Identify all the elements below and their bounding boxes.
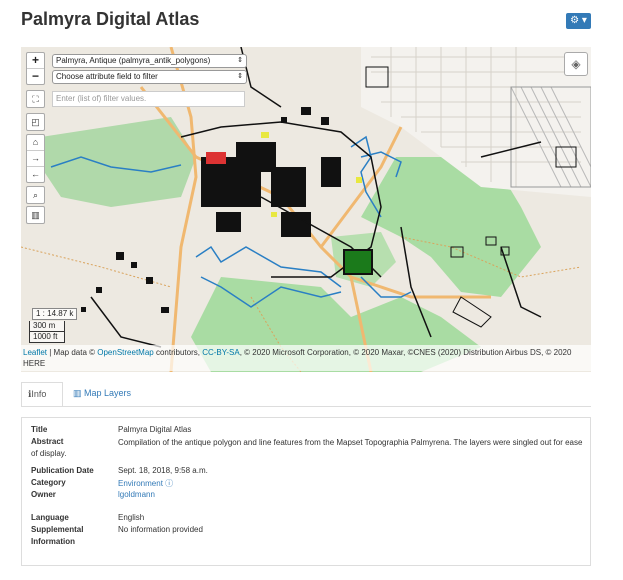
layers-control-button[interactable]: ◈ — [564, 52, 588, 76]
info-label: Publication Date — [31, 466, 94, 475]
zoom-in-button[interactable]: + — [27, 53, 44, 69]
page-title: Palmyra Digital Atlas — [21, 9, 200, 29]
info-value: Palmyra Digital Atlas — [118, 425, 192, 434]
tab-map-layers[interactable]: ▥ Map Layers — [67, 382, 147, 405]
attribution-text: | Map data © — [47, 348, 98, 357]
attribute-select[interactable]: Choose attribute field to filter ⇕ — [52, 70, 247, 84]
search-button[interactable]: ⌕ — [26, 186, 45, 204]
info-value: Sept. 18, 2018, 9:58 a.m. — [118, 466, 208, 475]
category-link[interactable]: Environment — [118, 479, 163, 488]
map-book-button[interactable]: ▥ — [26, 206, 45, 224]
scale-fraction: 1 : 14.87 k — [32, 308, 78, 320]
fullscreen-button[interactable]: ⛶ — [26, 90, 45, 108]
attribute-select-value: Choose attribute field to filter — [56, 72, 158, 81]
fullscreen-icon: ⛶ — [32, 94, 39, 104]
zoom-out-button[interactable]: − — [27, 69, 44, 84]
search-icon: ⌕ — [32, 190, 39, 200]
gear-icon: ⚙ ▾ — [570, 15, 587, 26]
info-label: Language — [31, 513, 69, 522]
filter-input[interactable]: Enter (list of) filter values. — [52, 91, 245, 107]
info-label: Information — [31, 537, 75, 546]
leaflet-link[interactable]: Leaflet — [23, 348, 47, 357]
info-label: Supplemental — [31, 525, 84, 534]
license-link[interactable]: CC-BY-SA — [202, 348, 240, 357]
forward-button[interactable]: → — [27, 151, 44, 167]
layers-icon: ◈ — [571, 57, 581, 71]
scale-imperial: 1000 ft — [29, 332, 65, 343]
updown-icon: ⇕ — [237, 57, 243, 64]
info-value: English — [118, 513, 145, 522]
scale-metric: 300 m — [29, 321, 65, 332]
info-label: Abstract — [31, 437, 64, 446]
owner-link[interactable]: lgoldmann — [118, 490, 155, 499]
layer-select[interactable]: Palmyra, Antique (palmyra_antik_polygons… — [52, 54, 247, 68]
map-icon: ▥ — [31, 210, 40, 220]
info-value: No information provided — [118, 525, 203, 534]
map-attribution: Leaflet | Map data © OpenStreetMap contr… — [21, 345, 591, 371]
home-icon: ⌂ — [32, 137, 39, 147]
map-viewer[interactable]: + − ⛶ ◰ ⌂ → ← ⌕ ▥ Palmyra, Antique (palm… — [21, 47, 591, 372]
map-icon: ▥ — [73, 388, 82, 398]
info-label: Owner — [31, 490, 56, 499]
arrow-right-icon: → — [31, 153, 40, 163]
back-button[interactable]: ← — [27, 167, 44, 182]
settings-menu-button[interactable]: ⚙ ▾ — [566, 13, 591, 29]
info-label: Category — [31, 478, 66, 487]
attribution-text: contributors, — [153, 348, 203, 357]
updown-icon: ⇕ — [237, 73, 243, 80]
home-button[interactable]: ⌂ — [27, 135, 44, 151]
osm-link[interactable]: OpenStreetMap — [97, 348, 153, 357]
arrow-left-icon: ← — [31, 169, 40, 179]
rectangle-icon: ◰ — [31, 117, 40, 127]
zoom-controls: + − — [26, 52, 45, 85]
info-panel: Title Palmyra Digital Atlas Abstract Com… — [21, 417, 591, 566]
info-icon[interactable]: ⓘ — [165, 479, 173, 488]
tab-map-layers-label: Map Layers — [84, 388, 132, 398]
layer-select-value: Palmyra, Antique (palmyra_antik_polygons… — [56, 56, 211, 65]
draw-rectangle-button[interactable]: ◰ — [26, 113, 45, 131]
tab-info[interactable]: ℹInfo — [21, 382, 63, 407]
info-row-abstract: Abstract Compilation of the antique poly… — [31, 437, 583, 459]
info-label: Title — [31, 425, 48, 434]
tab-divider — [21, 406, 591, 407]
navigation-history: ⌂ → ← — [26, 134, 45, 183]
tab-info-label: Info — [31, 389, 47, 399]
